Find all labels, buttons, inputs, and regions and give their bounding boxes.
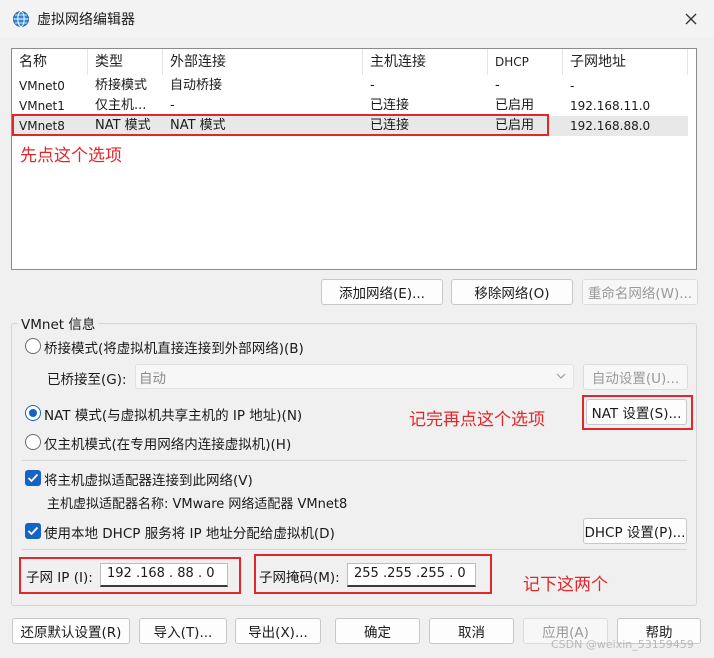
- cell-host: 已连接: [370, 98, 410, 113]
- cell-dhcp: -: [495, 78, 500, 93]
- bridged-radio[interactable]: [25, 338, 41, 354]
- cell-dhcp: 已启用: [495, 98, 535, 113]
- cancel-button[interactable]: 取消: [429, 618, 514, 644]
- export-button[interactable]: 导出(X)...: [235, 618, 321, 644]
- rename-network-button[interactable]: 重命名网络(W)...: [582, 279, 698, 305]
- checkmark-icon: [27, 526, 39, 536]
- import-button[interactable]: 导入(T)...: [139, 618, 227, 644]
- cell-subnet: 192.168.88.0: [570, 119, 651, 133]
- connect-adapter-checkbox[interactable]: [25, 470, 41, 486]
- column-header-name[interactable]: 名称: [12, 49, 88, 75]
- chevron-down-icon: [556, 373, 566, 379]
- checkmark-icon: [27, 473, 39, 483]
- restore-defaults-button[interactable]: 还原默认设置(R): [12, 618, 130, 644]
- annotation-text-third: 记下这两个: [523, 575, 608, 595]
- auto-settings-button[interactable]: 自动设置(U)...: [583, 364, 688, 390]
- dhcp-settings-button[interactable]: DHCP 设置(P)...: [583, 518, 687, 544]
- annotation-highlight-nat-settings: [582, 395, 693, 430]
- cell-subnet: -: [570, 79, 575, 93]
- connect-adapter-label: 将主机虚拟适配器连接到此网络(V): [44, 473, 253, 489]
- cell-host: -: [370, 78, 375, 93]
- cell-subnet: 192.168.11.0: [570, 99, 651, 113]
- column-header-dhcp[interactable]: DHCP: [488, 49, 563, 75]
- ok-button[interactable]: 确定: [335, 618, 420, 644]
- annotation-highlight-subnet-mask: [254, 554, 492, 594]
- annotation-text-first: 先点这个选项: [20, 146, 122, 166]
- add-network-button[interactable]: 添加网络(E)...: [321, 279, 443, 305]
- cell-external: -: [170, 98, 175, 113]
- bridged-radio-label: 桥接模式(将虚拟机直接连接到外部网络)(B): [44, 341, 304, 357]
- cell-external: 自动桥接: [170, 78, 223, 93]
- network-globe-icon: [12, 10, 30, 28]
- bridged-to-label: 已桥接至(G):: [47, 372, 127, 388]
- column-header-external[interactable]: 外部连接: [163, 49, 363, 75]
- close-button[interactable]: [676, 6, 706, 32]
- dhcp-checkbox[interactable]: [25, 523, 41, 539]
- annotation-text-second: 记完再点这个选项: [409, 410, 545, 430]
- column-header-subnet[interactable]: 子网地址: [563, 49, 688, 75]
- divider: [22, 549, 687, 550]
- cell-name: VMnet1: [19, 99, 65, 113]
- close-icon: [685, 13, 697, 25]
- column-header-type[interactable]: 类型: [88, 49, 163, 75]
- bridged-to-value: 自动: [139, 371, 166, 387]
- remove-network-button[interactable]: 移除网络(O): [451, 279, 573, 305]
- dhcp-checkbox-label: 使用本地 DHCP 服务将 IP 地址分配给虚拟机(D): [44, 526, 335, 542]
- cell-type: 桥接模式: [95, 78, 148, 93]
- annotation-highlight-row: [12, 114, 549, 136]
- table-row[interactable]: VMnet1 仅主机... - 已连接 已启用 192.168.11.0: [12, 96, 688, 116]
- watermark: CSDN @weixin_53159459: [551, 638, 694, 651]
- nat-radio-label: NAT 模式(与虚拟机共享主机的 IP 地址)(N): [44, 408, 303, 424]
- cell-type: 仅主机...: [95, 98, 147, 113]
- table-row[interactable]: VMnet0 桥接模式 自动桥接 - - -: [12, 76, 688, 96]
- column-header-host[interactable]: 主机连接: [363, 49, 488, 75]
- nat-radio[interactable]: [25, 405, 41, 421]
- divider: [22, 460, 687, 461]
- annotation-highlight-subnet-ip: [19, 557, 241, 594]
- window-title: 虚拟网络编辑器: [37, 12, 135, 28]
- host-only-radio-label: 仅主机模式(在专用网络内连接虚拟机)(H): [44, 437, 292, 453]
- host-only-radio[interactable]: [25, 434, 41, 450]
- bridged-to-select[interactable]: 自动: [135, 364, 574, 389]
- adapter-name-text: 主机虚拟适配器名称: VMware 网络适配器 VMnet8: [47, 497, 348, 512]
- vmnet-info-title: VMnet 信息: [18, 313, 99, 333]
- cell-name: VMnet0: [19, 79, 65, 93]
